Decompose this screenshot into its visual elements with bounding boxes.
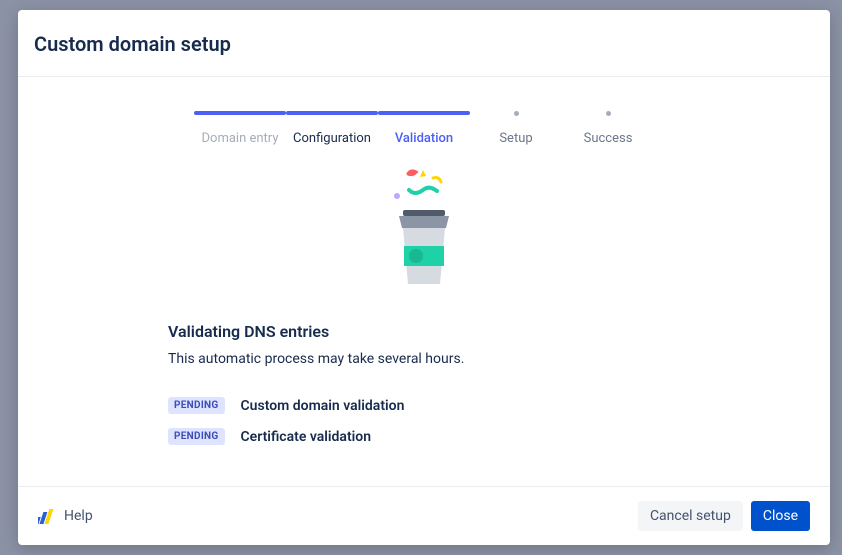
step-dot <box>562 111 654 115</box>
status-text: Custom domain validation <box>241 398 405 414</box>
step-setup: Setup <box>470 111 562 146</box>
modal-footer: Help Cancel setup Close <box>18 486 830 545</box>
status-text: Certificate validation <box>241 429 372 445</box>
status-badge: PENDING <box>168 397 225 414</box>
modal-body: Domain entry Configuration Validation Se… <box>18 77 830 486</box>
step-label: Setup <box>499 131 532 146</box>
step-dot <box>470 111 562 115</box>
status-badge: PENDING <box>168 428 225 445</box>
step-track <box>378 111 470 115</box>
step-label: Success <box>584 131 633 146</box>
close-button[interactable]: Close <box>751 501 810 531</box>
status-row-certificate: PENDING Certificate validation <box>168 428 680 445</box>
section-heading: Validating DNS entries <box>168 322 680 341</box>
step-configuration: Configuration <box>286 111 378 146</box>
help-label: Help <box>64 508 93 524</box>
coffee-cup-confetti-icon <box>379 164 469 294</box>
step-domain-entry: Domain entry <box>194 111 286 146</box>
section-description: This automatic process may take several … <box>168 351 680 367</box>
illustration <box>168 164 680 294</box>
step-track <box>286 111 378 115</box>
step-track <box>194 111 286 115</box>
step-success: Success <box>562 111 654 146</box>
step-label: Validation <box>395 131 453 146</box>
step-label: Configuration <box>293 131 371 146</box>
step-validation: Validation <box>378 111 470 146</box>
help-link[interactable]: Help <box>38 507 93 525</box>
footer-actions: Cancel setup Close <box>638 501 810 531</box>
step-label: Domain entry <box>202 131 279 146</box>
cancel-setup-button[interactable]: Cancel setup <box>638 501 743 531</box>
modal-title: Custom domain setup <box>34 32 810 56</box>
progress-stepper: Domain entry Configuration Validation Se… <box>168 111 680 146</box>
status-row-custom-domain: PENDING Custom domain validation <box>168 397 680 414</box>
status-list: PENDING Custom domain validation PENDING… <box>168 397 680 445</box>
custom-domain-setup-modal: Custom domain setup Domain entry Configu… <box>18 10 830 545</box>
modal-header: Custom domain setup <box>18 10 830 77</box>
help-icon <box>38 507 56 525</box>
